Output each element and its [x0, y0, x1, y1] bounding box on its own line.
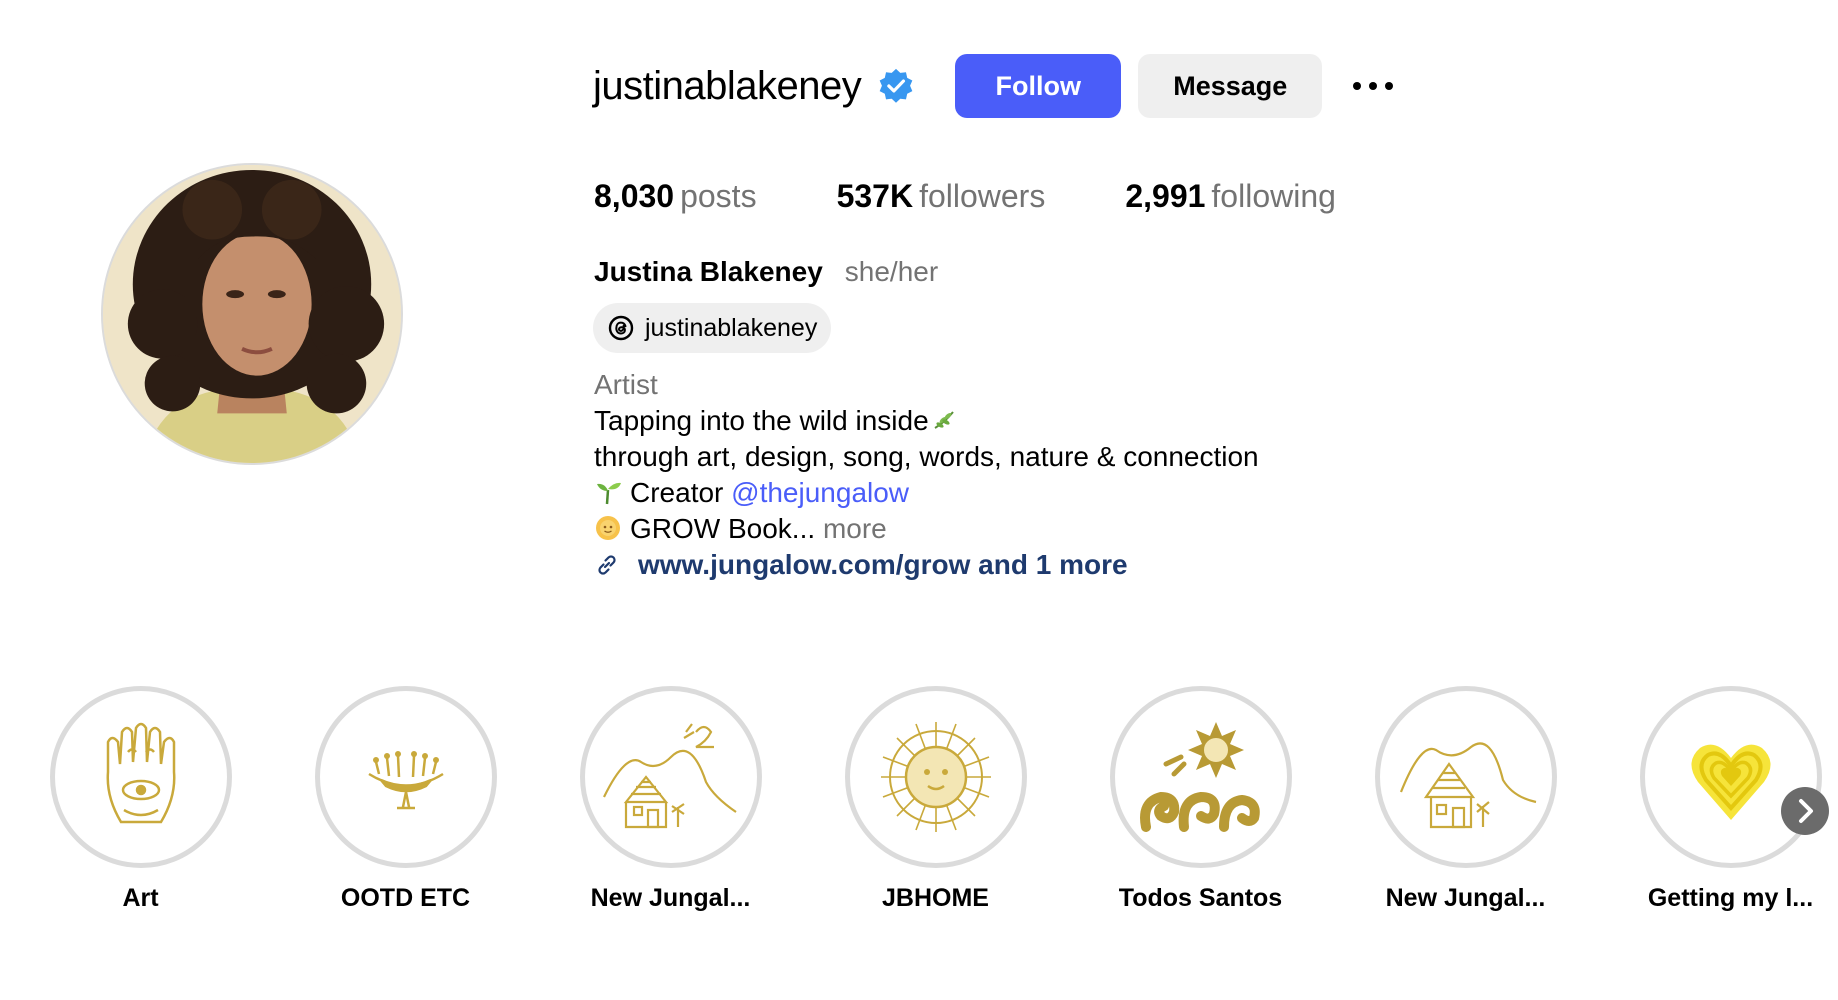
highlight-label: New Jungal...	[1385, 884, 1546, 912]
highlight-item[interactable]: Art	[8, 686, 273, 913]
sun-face-icon	[880, 722, 991, 832]
profile-header: justinablakeney Follow Message	[593, 54, 1398, 118]
bio-line-3-prefix: Creator	[630, 477, 724, 508]
following-count: 2,991	[1125, 178, 1206, 214]
house-2-icon	[602, 723, 737, 829]
threads-link[interactable]: justinablakeney	[593, 303, 832, 353]
username: justinablakeney	[593, 63, 862, 108]
full-name: Justina Blakeney	[594, 256, 823, 287]
bio-line-1-text: Tapping into the wild inside	[594, 405, 929, 436]
pronouns: she/her	[844, 256, 939, 287]
highlight-label: Getting my l...	[1647, 884, 1814, 912]
sun-face-emoji-icon	[596, 516, 620, 540]
highlight-item[interactable]: New Jungal...	[1333, 686, 1598, 913]
story-highlights: Art OOTD ETC New Jungal... JBHOME Todos …	[0, 686, 1838, 926]
chevron-right-icon	[1799, 799, 1813, 823]
link-icon	[594, 552, 620, 578]
bio-category: Artist	[594, 369, 658, 400]
bio-line-1: Tapping into the wild inside	[594, 403, 1259, 439]
more-options-icon[interactable]	[1348, 66, 1398, 106]
message-button[interactable]: Message	[1138, 54, 1323, 118]
follow-button[interactable]: Follow	[955, 54, 1122, 118]
posts-label: posts	[680, 178, 757, 214]
mention-link[interactable]: @thejungalow	[731, 477, 909, 508]
seedling-icon	[597, 482, 621, 505]
highlight-cover	[49, 686, 232, 868]
following-stat[interactable]: 2,991 following	[1125, 172, 1336, 220]
bio-line-4-text: GROW Book...	[630, 513, 816, 544]
avatar-image	[103, 165, 401, 463]
posts-stat: 8,030 posts	[594, 172, 757, 220]
house-icon	[1399, 742, 1536, 829]
flower-bowl-icon	[367, 751, 444, 810]
threads-handle: justinablakeney	[645, 313, 818, 342]
following-label: following	[1211, 178, 1336, 214]
highlight-label: Todos Santos	[1118, 884, 1283, 912]
highlight-cover	[314, 686, 497, 868]
highlight-label: OOTD ETC	[340, 884, 471, 912]
highlight-item[interactable]: OOTD ETC	[273, 686, 538, 913]
highlight-item[interactable]: Todos Santos	[1068, 686, 1333, 913]
bio-more-button[interactable]: more	[823, 513, 887, 544]
highlight-cover	[1374, 686, 1557, 868]
highlight-item[interactable]: New Jungal...	[538, 686, 803, 913]
threads-icon	[607, 314, 635, 342]
highlight-cover	[844, 686, 1027, 868]
highlight-cover	[1109, 686, 1292, 868]
bio-line-4: GROW Book... more	[594, 511, 1259, 547]
highlight-label: New Jungal...	[590, 884, 751, 912]
followers-count: 537K	[836, 178, 914, 214]
followers-label: followers	[919, 178, 1046, 214]
bio-line-2: through art, design, song, words, nature…	[594, 441, 1259, 472]
highlights-next-button[interactable]	[1781, 787, 1829, 835]
bio-link[interactable]: www.jungalow.com/grow and 1 more	[638, 547, 1128, 583]
hamsa-icon	[106, 722, 175, 824]
sun-waves-icon	[1139, 722, 1260, 832]
profile-page: justinablakeney Follow Message 8,030 post…	[0, 0, 1838, 1000]
highlight-item[interactable]: JBHOME	[803, 686, 1068, 913]
bio: Artist Tapping into the wild inside thro…	[594, 367, 1259, 583]
name-row: Justina Blakeney she/her	[594, 254, 938, 290]
profile-stats: 8,030 posts 537K followers 2,991 following	[594, 172, 1416, 220]
bio-line-3: Creator @thejungalow	[594, 475, 1259, 511]
highlight-label: Art	[122, 884, 159, 912]
verified-badge-icon	[877, 67, 915, 105]
highlight-label: JBHOME	[882, 884, 989, 912]
leaves-icon	[934, 411, 954, 429]
profile-avatar[interactable]	[101, 163, 403, 465]
followers-stat[interactable]: 537K followers	[837, 172, 1046, 220]
posts-count: 8,030	[594, 178, 675, 214]
highlight-cover	[1639, 686, 1822, 868]
bio-link-row[interactable]: www.jungalow.com/grow and 1 more	[594, 547, 1259, 583]
highlight-cover	[579, 686, 762, 868]
